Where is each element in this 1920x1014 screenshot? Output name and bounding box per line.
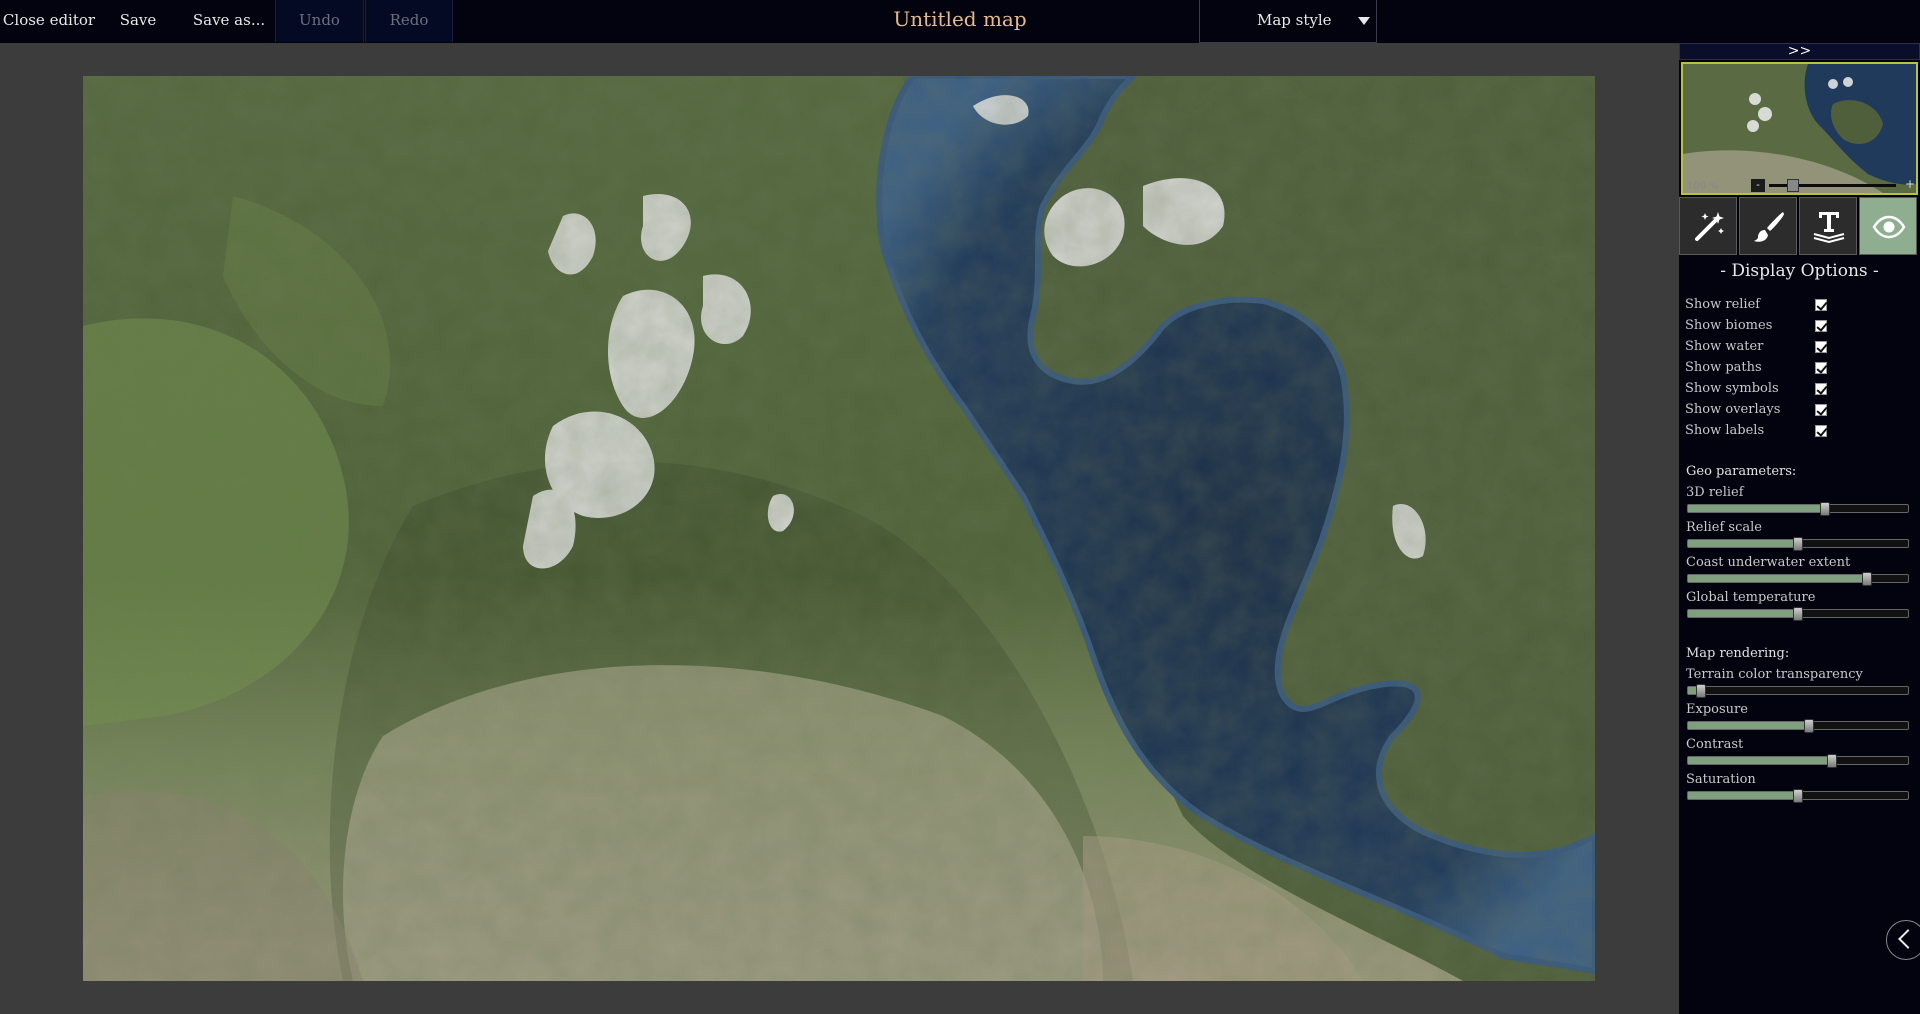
slider-thumb[interactable] (1793, 789, 1803, 803)
tool-paint[interactable] (1739, 197, 1797, 255)
exposure-label: Exposure (1686, 702, 1748, 717)
slider-fill (1688, 610, 1798, 617)
slider-thumb[interactable] (1804, 719, 1814, 733)
slider-thumb[interactable] (1820, 502, 1830, 516)
geo-parameters-title: Geo parameters: (1686, 464, 1797, 479)
show-symbols-row[interactable]: Show symbols (1685, 381, 1915, 401)
chevron-down-icon (1358, 17, 1370, 25)
show-water-row[interactable]: Show water (1685, 339, 1915, 359)
terrain-color-transparency-slider[interactable] (1687, 684, 1909, 698)
show-relief-checkbox[interactable] (1815, 299, 1827, 311)
text-layers-icon (1813, 212, 1845, 244)
map-canvas-area[interactable] (0, 43, 1679, 1014)
close-editor-button[interactable]: Close editor (0, 0, 98, 42)
map-canvas[interactable] (83, 76, 1595, 981)
show-labels-checkbox[interactable] (1815, 425, 1827, 437)
saturation-slider[interactable] (1687, 789, 1909, 803)
relief-scale-label: Relief scale (1686, 520, 1762, 535)
brush-icon (1754, 212, 1784, 242)
tool-palette (1679, 197, 1920, 257)
show-paths-checkbox[interactable] (1815, 362, 1827, 374)
minimap[interactable]: 100 % - + (1681, 62, 1918, 195)
relief-scale-slider[interactable] (1687, 537, 1909, 551)
slider-thumb[interactable] (1793, 607, 1803, 621)
map-title: Untitled map (893, 7, 1027, 31)
save-as-button[interactable]: Save as... (188, 0, 270, 42)
coast-underwater-extent-label: Coast underwater extent (1686, 555, 1851, 570)
terrain-map-image (83, 76, 1595, 981)
redo-button[interactable]: Redo (365, 0, 453, 42)
zoom-slider-thumb[interactable] (1787, 179, 1799, 192)
map-style-dropdown[interactable]: Map style (1199, 0, 1377, 43)
show-symbols-label: Show symbols (1685, 381, 1779, 396)
top-toolbar: Close editor Save Save as... Undo Redo U… (0, 0, 1920, 43)
show-biomes-label: Show biomes (1685, 318, 1773, 333)
minimap-image (1683, 64, 1916, 193)
zoom-in-button[interactable]: + (1904, 178, 1916, 192)
slider-fill (1688, 540, 1798, 547)
zoom-out-button[interactable]: - (1751, 179, 1765, 192)
tool-display[interactable] (1859, 197, 1917, 255)
show-water-label: Show water (1685, 339, 1764, 354)
tool-generate[interactable] (1679, 197, 1737, 255)
map-rendering-title: Map rendering: (1686, 646, 1790, 661)
slider-thumb[interactable] (1827, 754, 1837, 768)
saturation-label: Saturation (1686, 772, 1756, 787)
show-water-checkbox[interactable] (1815, 341, 1827, 353)
relief-3d-slider[interactable] (1687, 502, 1909, 516)
show-labels-row[interactable]: Show labels (1685, 423, 1915, 443)
display-options-header: - Display Options - (1720, 261, 1879, 281)
zoom-level-label: 100 % (1687, 181, 1719, 192)
slider-thumb[interactable] (1793, 537, 1803, 551)
show-symbols-checkbox[interactable] (1815, 383, 1827, 395)
show-overlays-label: Show overlays (1685, 402, 1781, 417)
map-style-label: Map style (1257, 11, 1332, 29)
global-temperature-label: Global temperature (1686, 590, 1816, 605)
save-button[interactable]: Save (108, 0, 168, 42)
relief-3d-label: 3D relief (1686, 485, 1744, 500)
collapse-arrow-button[interactable] (1886, 920, 1920, 960)
slider-fill (1688, 792, 1798, 799)
chevron-left-icon (1898, 929, 1918, 949)
global-temperature-slider[interactable] (1687, 607, 1909, 621)
show-overlays-row[interactable]: Show overlays (1685, 402, 1915, 422)
tool-text[interactable] (1799, 197, 1857, 255)
contrast-label: Contrast (1686, 737, 1744, 752)
show-biomes-checkbox[interactable] (1815, 320, 1827, 332)
terrain-color-transparency-label: Terrain color transparency (1686, 667, 1863, 682)
eye-icon (1872, 215, 1906, 239)
coast-underwater-extent-slider[interactable] (1687, 572, 1909, 586)
show-labels-label: Show labels (1685, 423, 1765, 438)
magic-wand-icon (1695, 212, 1724, 241)
slider-fill (1688, 505, 1825, 512)
show-relief-label: Show relief (1685, 297, 1761, 312)
slider-fill (1688, 722, 1809, 729)
undo-button[interactable]: Undo (275, 0, 364, 42)
show-paths-row[interactable]: Show paths (1685, 360, 1915, 380)
slider-thumb[interactable] (1696, 684, 1706, 698)
collapse-panel-button[interactable]: >> (1679, 43, 1920, 60)
slider-thumb[interactable] (1862, 572, 1872, 586)
slider-fill (1688, 575, 1867, 582)
exposure-slider[interactable] (1687, 719, 1909, 733)
contrast-slider[interactable] (1687, 754, 1909, 768)
show-relief-row[interactable]: Show relief (1685, 297, 1915, 317)
right-side-panel: >> 100 % - + - Display Options - Show re… (1679, 43, 1920, 1014)
show-biomes-row[interactable]: Show biomes (1685, 318, 1915, 338)
slider-fill (1688, 757, 1832, 764)
show-overlays-checkbox[interactable] (1815, 404, 1827, 416)
show-paths-label: Show paths (1685, 360, 1762, 375)
